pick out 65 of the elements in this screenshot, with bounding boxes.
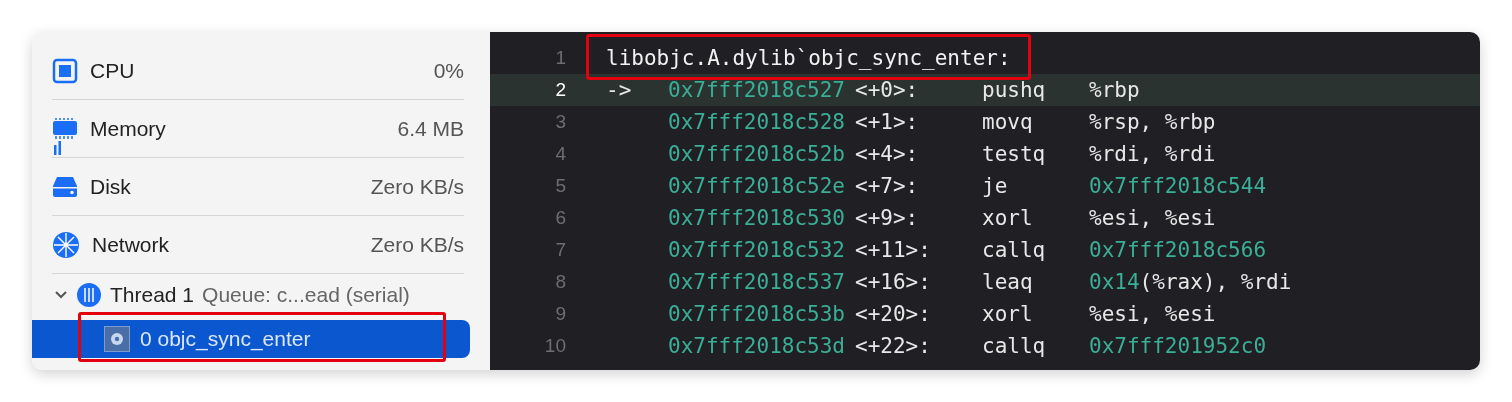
- instruction-offset: <+16>:: [855, 270, 932, 294]
- sparkline-drawing: [54, 141, 62, 155]
- pc-arrow: ->: [606, 78, 633, 102]
- instruction-operands: %rsp, %rbp: [1089, 110, 1216, 134]
- instruction-offset: <+0>:: [855, 78, 920, 102]
- instruction-mnemonic: callq: [982, 334, 1047, 358]
- gauge-value: Zero KB/s: [370, 232, 464, 257]
- gauge-label: Network: [92, 232, 171, 257]
- line-number: 6: [554, 207, 567, 229]
- instruction-mnemonic: je: [982, 174, 1009, 198]
- instruction-address: 0x7fff2018c528: [668, 110, 845, 134]
- line-number: 1: [554, 47, 567, 69]
- thread-name: Thread 1: [110, 283, 195, 307]
- instruction-offset: <+7>:: [855, 174, 920, 198]
- line-number: 10: [543, 335, 567, 357]
- gauge-value: 0%: [433, 58, 464, 83]
- line-number: 3: [554, 111, 567, 133]
- instruction-address: 0x7fff2018c52b: [668, 142, 845, 166]
- line-number: 4: [554, 143, 567, 165]
- gauge-label: Disk: [90, 174, 132, 199]
- instruction-address: 0x7fff2018c537: [668, 270, 845, 294]
- instruction-operands: %rdi, %rdi: [1089, 142, 1216, 166]
- gauge-value: Zero KB/s: [370, 174, 464, 199]
- line-number: 8: [554, 271, 567, 293]
- instruction-operands: 0x7fff201952c0: [1089, 334, 1267, 358]
- line-number: 9: [554, 303, 567, 325]
- instruction-mnemonic: xorl: [982, 302, 1034, 326]
- instruction-offset: <+22>:: [855, 334, 932, 358]
- instruction-mnemonic: testq: [982, 142, 1047, 166]
- instruction-operands: 0x7fff2018c566: [1089, 238, 1267, 262]
- line-number: 2: [554, 79, 567, 101]
- instruction-mnemonic: callq: [982, 238, 1047, 262]
- line-number: 5: [554, 175, 567, 197]
- thread-icon: [76, 282, 102, 308]
- instruction-operands: 0x14(%rax), %rdi: [1089, 270, 1292, 294]
- instruction-offset: <+1>:: [855, 110, 920, 134]
- instruction-address: 0x7fff2018c52e: [668, 174, 845, 198]
- instruction-address: 0x7fff2018c532: [668, 238, 845, 262]
- instruction-mnemonic: leaq: [982, 270, 1034, 294]
- instruction-operands: %rbp: [1089, 78, 1140, 102]
- cpu-icon: [52, 57, 78, 84]
- stack-frame-item[interactable]: 0 objc_sync_enter: [32, 320, 470, 358]
- instruction-mnemonic: xorl: [982, 206, 1034, 230]
- instruction-address: 0x7fff2018c527: [668, 78, 845, 102]
- instruction-offset: <+4>:: [855, 142, 920, 166]
- instruction-mnemonic: pushq: [982, 78, 1047, 102]
- instruction-operands: %esi, %esi: [1089, 302, 1216, 326]
- instruction-offset: <+9>:: [855, 206, 920, 230]
- chevron-icon[interactable]: [54, 290, 68, 300]
- globe-icon: [52, 230, 80, 259]
- gauge-label: CPU: [90, 58, 136, 83]
- instruction-offset: <+20>:: [855, 302, 932, 326]
- instruction-mnemonic: movq: [982, 110, 1034, 134]
- gauge-value: 6.4 MB: [397, 116, 464, 141]
- instruction-operands: %esi, %esi: [1089, 206, 1216, 230]
- instruction-operands: 0x7fff2018c544: [1089, 174, 1267, 198]
- line-number: 7: [554, 239, 567, 261]
- instruction-offset: <+11>:: [855, 238, 932, 262]
- memory-chip-icon: [52, 116, 78, 141]
- gauge-label: Memory: [90, 116, 167, 141]
- instruction-address: 0x7fff2018c530: [668, 206, 845, 230]
- symbol-label: libobjc.A.dylib`objc_sync_enter:: [606, 46, 1011, 70]
- thread-queue: Queue: c...ead (serial): [202, 283, 410, 307]
- instruction-address: 0x7fff2018c53d: [668, 334, 845, 358]
- instruction-address: 0x7fff2018c53b: [668, 302, 845, 326]
